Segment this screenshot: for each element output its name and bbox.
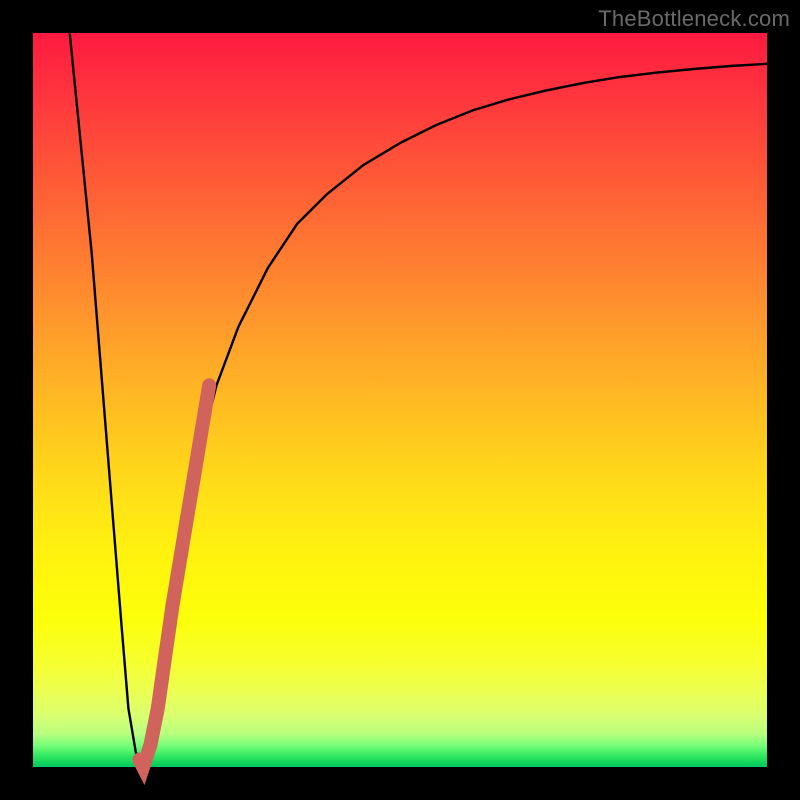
curve-svg <box>33 33 767 767</box>
overlay-marker <box>139 385 209 767</box>
overlay-dot <box>145 740 156 751</box>
plot-area <box>33 33 767 767</box>
watermark-text: TheBottleneck.com <box>598 6 790 32</box>
overlay-dot <box>137 761 149 773</box>
overlay-dot <box>153 704 162 713</box>
bottleneck-curve <box>70 33 767 767</box>
chart-frame: TheBottleneck.com <box>0 0 800 800</box>
